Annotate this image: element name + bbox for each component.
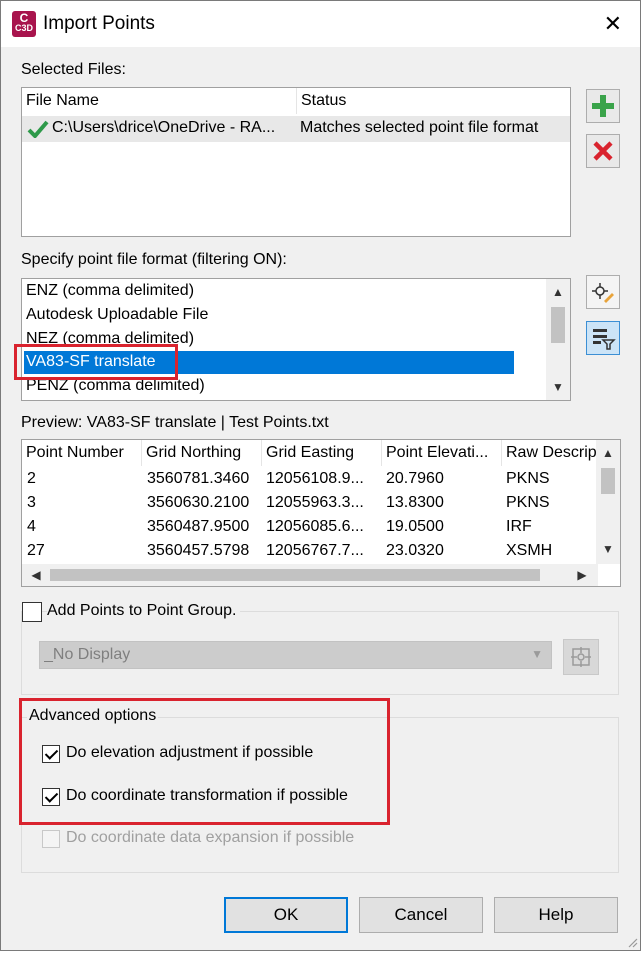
- table-cell: 23.0320: [386, 542, 444, 559]
- preview-table[interactable]: Point Number Grid Northing Grid Easting …: [21, 439, 621, 587]
- table-cell: 3560487.9500: [147, 518, 250, 535]
- point-file-format-label: Specify point file format (filtering ON)…: [21, 251, 287, 268]
- table-row[interactable]: 4 3560487.9500 12056085.6... 19.0500 IRF: [22, 516, 598, 540]
- status-cell: Matches selected point file format: [300, 119, 539, 136]
- check-mark-icon: [27, 120, 49, 138]
- scroll-thumb[interactable]: [50, 569, 540, 581]
- table-cell: XSMH: [506, 542, 553, 559]
- table-cell: PKNS: [506, 470, 550, 487]
- resize-grip-icon[interactable]: [626, 936, 638, 948]
- coordinate-expansion-label: Do coordinate data expansion if possible: [66, 829, 355, 846]
- file-name-cell: C:\Users\drice\OneDrive - RA...: [52, 119, 276, 136]
- point-group-pick-button[interactable]: [563, 639, 599, 675]
- preview-label: Preview: VA83-SF translate | Test Points…: [21, 414, 329, 431]
- filter-icon: [593, 329, 616, 350]
- advanced-options-highlight: [19, 698, 390, 825]
- table-row[interactable]: C:\Users\drice\OneDrive - RA... Matches …: [22, 116, 570, 142]
- remove-file-button[interactable]: [586, 134, 620, 168]
- red-x-icon: [593, 141, 613, 161]
- selected-files-list[interactable]: File Name Status C:\Users\drice\OneDrive…: [21, 87, 571, 237]
- format-list-scrollbar[interactable]: ▲ ▼: [546, 279, 570, 400]
- column-header-raw-description[interactable]: Raw Descrip: [502, 440, 598, 466]
- app-icon-letter: C: [19, 11, 29, 25]
- table-cell: 19.0500: [386, 518, 444, 535]
- filter-format-button[interactable]: [586, 321, 620, 355]
- column-header-status[interactable]: Status: [297, 88, 572, 114]
- add-to-point-group-label: Add Points to Point Group.: [47, 602, 241, 620]
- table-cell: IRF: [506, 518, 532, 535]
- column-header-point-number[interactable]: Point Number: [22, 440, 142, 466]
- civil3d-app-icon: C C3D: [12, 11, 36, 37]
- table-cell: 3560457.5798: [147, 542, 250, 559]
- column-header-file-name[interactable]: File Name: [22, 88, 297, 114]
- close-icon[interactable]: ✕: [604, 11, 622, 37]
- table-cell: 3560781.3460: [147, 470, 250, 487]
- table-row[interactable]: 3 3560630.2100 12055963.3... 13.8300 PKN…: [22, 492, 598, 516]
- table-cell: 3: [27, 494, 36, 511]
- add-file-button[interactable]: [586, 89, 620, 123]
- point-group-dropdown-value: _No Display: [44, 646, 131, 663]
- coordinate-expansion-checkbox[interactable]: [42, 830, 60, 848]
- window-title: Import Points: [43, 13, 155, 34]
- table-cell: 2: [27, 470, 36, 487]
- scroll-left-icon[interactable]: ◀: [24, 564, 48, 586]
- app-icon-subtext: C3D: [14, 23, 33, 33]
- scroll-down-icon[interactable]: ▼: [546, 376, 570, 398]
- list-item[interactable]: ENZ (comma delimited): [26, 282, 194, 300]
- edit-format-icon: [592, 283, 614, 303]
- pick-point-group-icon: [571, 647, 591, 667]
- scroll-down-icon[interactable]: ▼: [596, 538, 620, 560]
- table-cell: 4: [27, 518, 36, 535]
- chevron-down-icon: ▼: [531, 647, 543, 661]
- table-row[interactable]: 2 3560781.3460 12056108.9... 20.7960 PKN…: [22, 468, 598, 492]
- edit-format-button[interactable]: [586, 275, 620, 309]
- table-cell: 12056767.7...: [266, 542, 364, 559]
- help-button[interactable]: Help: [494, 897, 618, 933]
- add-to-point-group-checkbox[interactable]: [22, 602, 42, 622]
- plus-icon: [592, 95, 614, 117]
- table-cell: 20.7960: [386, 470, 444, 487]
- scroll-thumb[interactable]: [601, 468, 615, 494]
- column-header-grid-easting[interactable]: Grid Easting: [262, 440, 382, 466]
- import-points-dialog: C C3D Import Points ✕ Selected Files: Fi…: [0, 0, 641, 951]
- table-cell: 12055963.3...: [266, 494, 364, 511]
- point-file-format-list[interactable]: ENZ (comma delimited) Autodesk Uploadabl…: [21, 278, 571, 401]
- scroll-up-icon[interactable]: ▲: [546, 281, 570, 303]
- table-cell: 27: [27, 542, 45, 559]
- table-row[interactable]: 27 3560457.5798 12056767.7... 23.0320 XS…: [22, 540, 598, 564]
- ok-button[interactable]: OK: [224, 897, 348, 933]
- preview-vertical-scrollbar[interactable]: ▲ ▼: [596, 440, 620, 564]
- table-cell: PKNS: [506, 494, 550, 511]
- selected-files-label: Selected Files:: [21, 61, 126, 78]
- point-group-dropdown[interactable]: _No Display ▼: [39, 641, 552, 669]
- column-header-grid-northing[interactable]: Grid Northing: [142, 440, 262, 466]
- title-bar: C C3D Import Points ✕: [1, 1, 640, 47]
- preview-horizontal-scrollbar[interactable]: ◀ ▶: [22, 564, 598, 586]
- cancel-button[interactable]: Cancel: [359, 897, 483, 933]
- scroll-up-icon[interactable]: ▲: [596, 442, 620, 464]
- scroll-thumb[interactable]: [551, 307, 565, 343]
- column-header-point-elevation[interactable]: Point Elevati...: [382, 440, 502, 466]
- selected-format-highlight: [14, 344, 178, 380]
- table-cell: 12056108.9...: [266, 470, 364, 487]
- scroll-right-icon[interactable]: ▶: [570, 564, 594, 586]
- table-cell: 13.8300: [386, 494, 444, 511]
- table-cell: 12056085.6...: [266, 518, 364, 535]
- list-item[interactable]: Autodesk Uploadable File: [26, 306, 208, 324]
- table-cell: 3560630.2100: [147, 494, 250, 511]
